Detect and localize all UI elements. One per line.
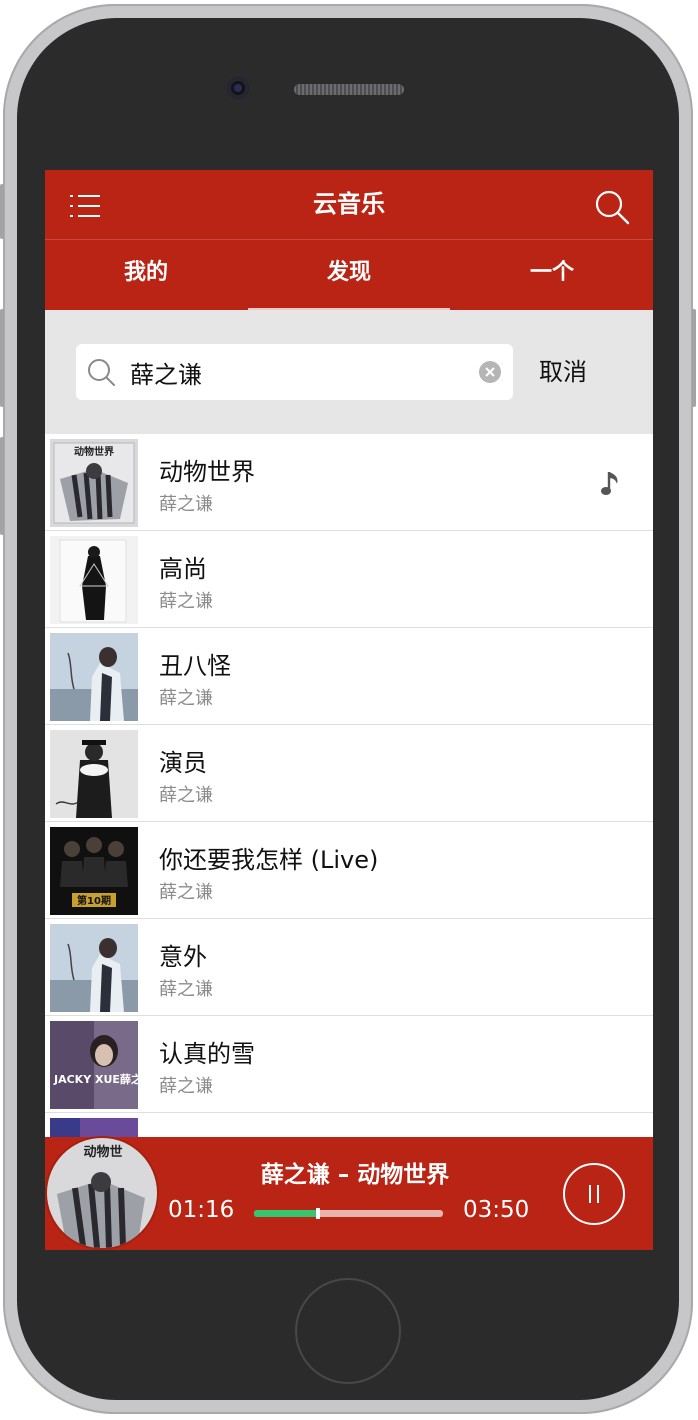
- cover-text: 第10期: [77, 894, 111, 907]
- song-artist: 薛之谦: [159, 591, 213, 612]
- search-icon[interactable]: [593, 188, 633, 228]
- song-title: 意外: [159, 943, 207, 971]
- progress-bar[interactable]: [254, 1208, 443, 1219]
- earpiece-speaker: [294, 84, 404, 95]
- song-artist: 薛之谦: [159, 979, 213, 1000]
- song-row[interactable]: 演员 薛之谦: [45, 725, 653, 822]
- album-cover: [50, 1118, 138, 1137]
- song-title: 动物世界: [159, 458, 255, 486]
- now-playing-title: 薛之谦 – 动物世界: [260, 1162, 450, 1188]
- cancel-button[interactable]: 取消: [539, 352, 587, 387]
- album-cover: 动物世界: [50, 439, 138, 527]
- song-row[interactable]: JACKY XUE薛之谦 认真的雪 薛之谦: [45, 1016, 653, 1113]
- volume-down-button: [0, 437, 4, 535]
- current-time: 01:16: [168, 1197, 235, 1223]
- song-row[interactable]: 动物世界 动物世界 薛之谦: [45, 434, 653, 531]
- search-bar-area: 取消: [45, 310, 653, 435]
- song-artist: 薛之谦: [159, 494, 213, 515]
- song-row[interactable]: 丑八怪 薛之谦: [45, 628, 653, 725]
- album-cover: [50, 730, 138, 818]
- tab-mine[interactable]: 我的: [45, 240, 247, 310]
- tab-discover[interactable]: 发现: [248, 240, 450, 310]
- song-artist: 薛之谦: [159, 785, 213, 806]
- front-camera: [227, 77, 249, 99]
- menu-icon[interactable]: [69, 194, 103, 218]
- cover-text: 动物世界: [74, 445, 114, 458]
- now-playing-bar[interactable]: 动物世 薛之谦 – 动物世界 01:16 03:50: [45, 1137, 653, 1250]
- song-artist: 薛之谦: [159, 688, 213, 709]
- song-title: 高尚: [159, 555, 207, 583]
- search-icon: [88, 359, 115, 386]
- song-artist: 薛之谦: [159, 1076, 213, 1097]
- app-title: 云音乐: [313, 190, 385, 218]
- tab-bar: 我的 发现 一个: [45, 240, 653, 310]
- now-playing-cover[interactable]: 动物世: [47, 1138, 157, 1248]
- album-cover: [50, 536, 138, 624]
- album-cover: JACKY XUE薛之谦: [50, 1021, 138, 1109]
- song-row[interactable]: 第10期 你还要我怎样 (Live) 薛之谦: [45, 822, 653, 919]
- progress-fill: [254, 1210, 318, 1217]
- volume-up-button: [0, 309, 4, 407]
- cover-text: 动物世: [83, 1144, 122, 1160]
- album-cover: [50, 924, 138, 1012]
- song-title: 演员: [159, 749, 207, 777]
- cover-text: JACKY XUE薛之谦: [53, 1072, 138, 1086]
- album-cover: 第10期: [50, 827, 138, 915]
- song-row[interactable]: 意外 薛之谦: [45, 919, 653, 1016]
- song-title: 你还要我怎样 (Live): [159, 846, 379, 874]
- song-list: 动物世界 动物世界 薛之谦 高尚 薛之谦 丑八怪 薛之谦 演员 薛之谦 第10期…: [45, 434, 653, 1137]
- clear-icon[interactable]: [478, 360, 502, 384]
- song-artist: 薛之谦: [159, 882, 213, 903]
- album-cover: [50, 633, 138, 721]
- mute-switch: [0, 184, 4, 239]
- music-note-icon: [601, 472, 618, 495]
- total-time: 03:50: [463, 1197, 530, 1223]
- power-button: [692, 309, 696, 407]
- song-row[interactable]: [45, 1113, 653, 1137]
- title-bar: 云音乐: [45, 170, 653, 240]
- app-screen: 云音乐 我的 发现 一个 薛之谦 取消 动物世界 动物世界 薛之谦 高尚 薛之谦…: [45, 170, 653, 1250]
- song-row[interactable]: 高尚 薛之谦: [45, 531, 653, 628]
- progress-knob[interactable]: [316, 1208, 320, 1219]
- search-input[interactable]: [130, 352, 470, 392]
- song-title: 认真的雪: [159, 1040, 255, 1068]
- pause-icon[interactable]: [563, 1163, 625, 1225]
- app-header: 云音乐 我的 发现 一个: [45, 170, 653, 310]
- home-button[interactable]: [295, 1278, 401, 1384]
- song-title: 丑八怪: [159, 652, 231, 680]
- tab-one[interactable]: 一个: [451, 240, 653, 310]
- search-box: [76, 344, 513, 400]
